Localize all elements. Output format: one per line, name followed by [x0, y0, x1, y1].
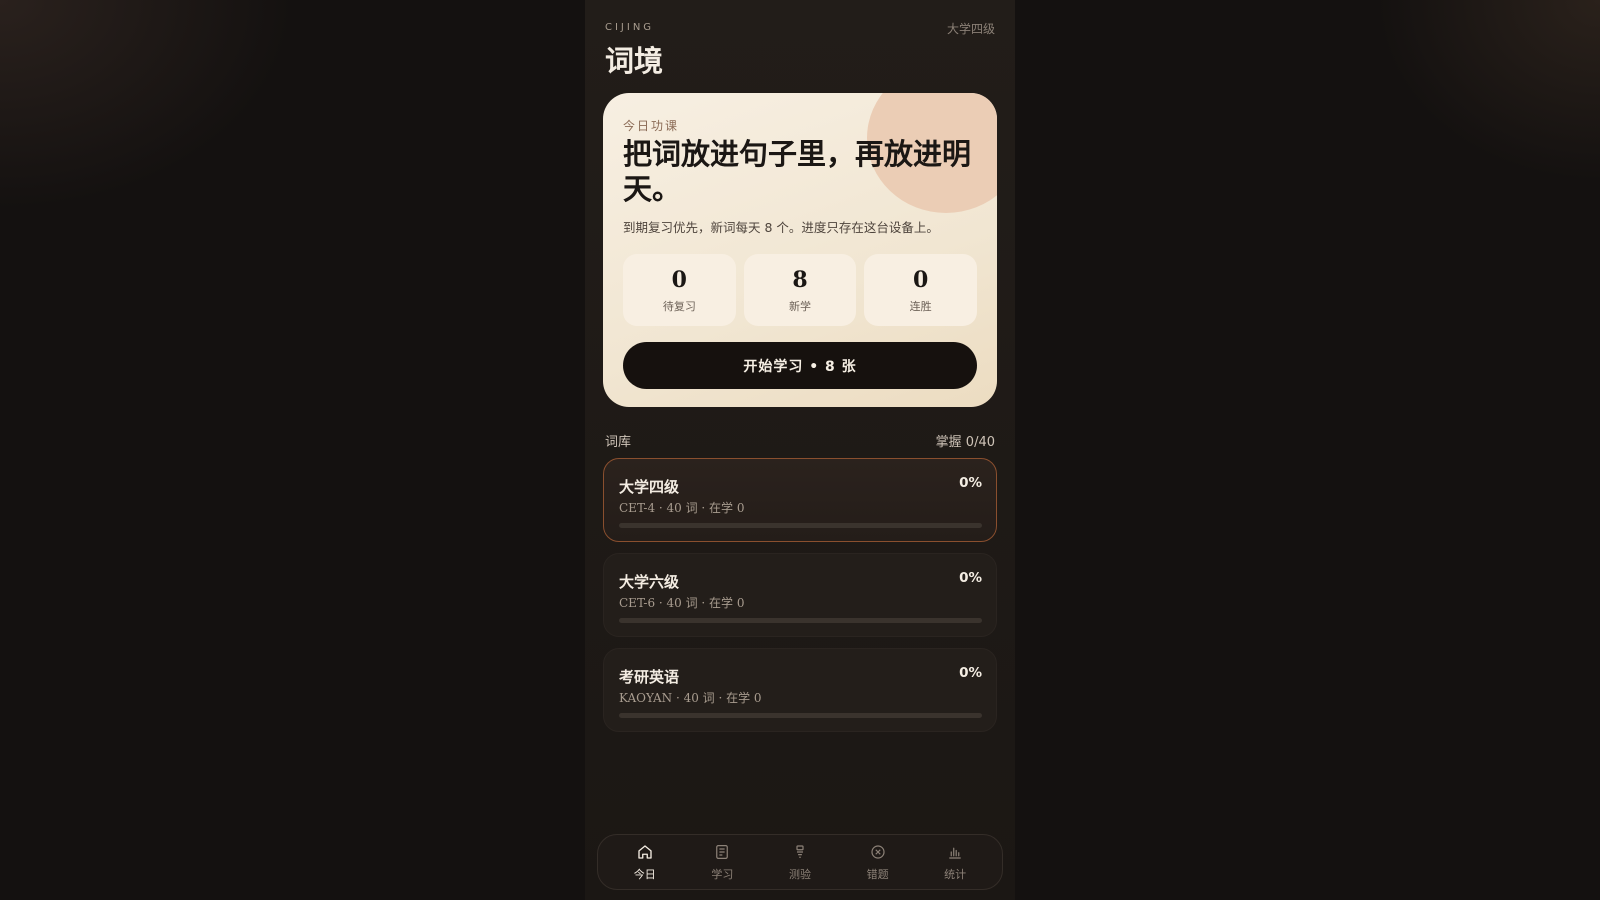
stat-value: 0	[913, 267, 929, 293]
deck-percent: 0%	[959, 570, 982, 586]
tab-stats[interactable]: 统计	[919, 843, 991, 882]
start-study-button[interactable]: 开始学习 • 8 张	[623, 342, 977, 389]
tab-today[interactable]: 今日	[609, 843, 681, 882]
tab-label: 错题	[866, 867, 889, 881]
today-subtitle: 到期复习优先，新词每天 8 个。进度只存在这台设备上。	[623, 220, 939, 235]
library-header: 词库 掌握 0/40	[605, 431, 995, 450]
brand-english-name: CIJING	[605, 22, 655, 33]
app-title: 词境	[605, 44, 664, 78]
document-icon	[716, 844, 729, 859]
deck-meta: CET-6 · 40 词 · 在学 0	[619, 596, 745, 610]
tab-label: 统计	[944, 867, 967, 881]
deck-progress-bar	[619, 713, 982, 718]
stat-new-words: 8 新学	[743, 254, 857, 326]
tab-mistakes[interactable]: 错题	[842, 843, 914, 882]
bar-chart-icon	[949, 847, 962, 859]
deck-name: 大学六级	[619, 573, 680, 591]
deck-percent: 0%	[959, 665, 982, 681]
stat-label: 新学	[789, 300, 811, 313]
deck-name: 考研英语	[619, 668, 680, 686]
today-kicker: 今日功课	[623, 119, 680, 133]
tab-quiz[interactable]: 测验	[764, 843, 836, 882]
today-headline: 把词放进句子里，再放进明天。	[623, 137, 972, 206]
mastery-count: 掌握 0/40	[935, 435, 995, 450]
stat-label: 待复习	[662, 300, 696, 313]
stat-label: 连胜	[909, 300, 932, 313]
today-card: 今日功课 把词放进句子里，再放进明天。 到期复习优先，新词每天 8 个。进度只存…	[603, 93, 997, 407]
stat-value: 0	[671, 267, 687, 293]
library-title: 词库	[605, 435, 632, 450]
app-screen: CIJING 大学四级 词境 今日功课 把词放进句子里，再放进明天。 到期复习优…	[585, 0, 1015, 900]
tab-label: 今日	[633, 867, 656, 881]
deck-percent: 0%	[959, 475, 982, 491]
current-level-label[interactable]: 大学四级	[947, 20, 995, 37]
deck-meta: CET-4 · 40 词 · 在学 0	[619, 501, 745, 515]
deck-meta: KAOYAN · 40 词 · 在学 0	[619, 691, 762, 705]
home-icon	[638, 844, 652, 859]
bottom-tab-bar: 今日 学习 测验 错题 统计	[597, 834, 1003, 890]
stat-value: 8	[792, 267, 808, 293]
deck-card-cet4[interactable]: 大学四级 CET-4 · 40 词 · 在学 0 0%	[603, 458, 997, 542]
deck-progress-bar	[619, 523, 982, 528]
tab-label: 测验	[788, 867, 811, 881]
deck-card-kaoyan[interactable]: 考研英语 KAOYAN · 40 词 · 在学 0 0%	[603, 648, 997, 732]
stat-streak: 0 连胜	[864, 254, 978, 326]
deck-card-cet6[interactable]: 大学六级 CET-6 · 40 词 · 在学 0 0%	[603, 553, 997, 637]
stats-row: 0 待复习 8 新学 0 连胜	[623, 254, 978, 326]
stat-due-review: 0 待复习	[623, 254, 736, 326]
quiz-icon	[796, 844, 804, 858]
x-circle-icon	[870, 844, 885, 859]
deck-name: 大学四级	[619, 478, 680, 496]
tab-study[interactable]: 学习	[686, 843, 758, 882]
deck-progress-bar	[619, 618, 982, 623]
tab-label: 学习	[711, 867, 734, 881]
